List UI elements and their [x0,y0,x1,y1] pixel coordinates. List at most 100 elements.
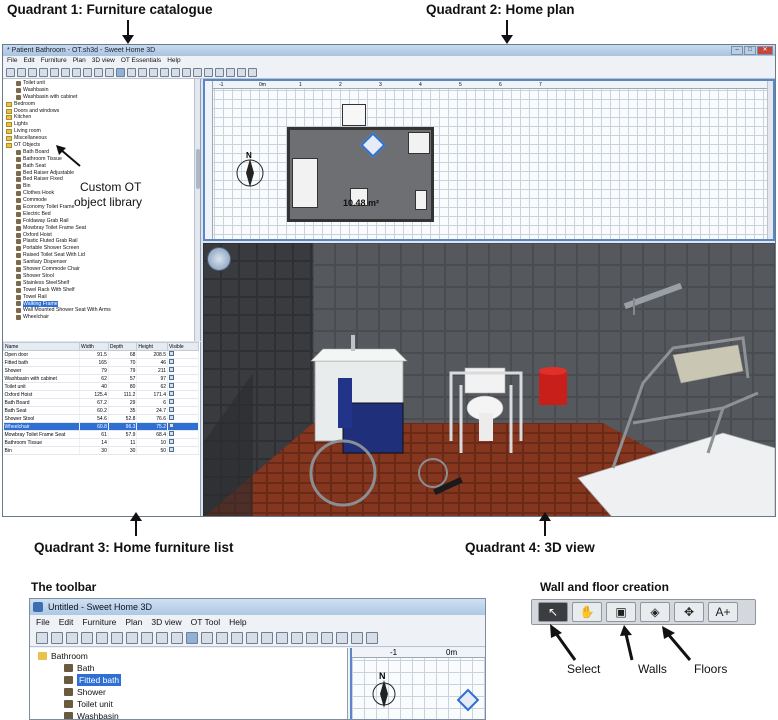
visible-checkbox[interactable] [169,431,175,436]
menu-3d-view[interactable]: 3D view [92,56,115,66]
visible-checkbox[interactable] [169,439,175,444]
redo-icon[interactable] [61,67,70,77]
new-icon[interactable] [6,67,15,77]
catalog-item[interactable]: Bath Board [6,149,200,156]
text-tool-button[interactable]: A+ [708,602,738,622]
zoom-menu-edit[interactable]: Edit [59,615,74,629]
catalog-item[interactable]: Wheelchair [6,314,200,321]
zoom-out-icon[interactable] [321,631,333,644]
wheelchair-furniture[interactable] [360,132,386,158]
zoom-menu-ot-tool[interactable]: OT Tool [191,615,220,629]
select-mode-icon[interactable] [186,631,198,644]
col-visible[interactable]: Visible [167,342,199,351]
zoom-out-icon[interactable] [215,67,224,77]
create-walls-icon[interactable] [216,631,228,644]
copy-icon[interactable] [126,631,138,644]
table-row[interactable]: Mowbray Toilet Frame Seat 61 57.9 68.4 [3,430,199,439]
visible-checkbox[interactable] [169,367,175,372]
add-furniture-icon[interactable] [171,631,183,644]
visible-checkbox[interactable] [169,391,175,396]
pan-mode-icon[interactable] [201,631,213,644]
zoom-menu-help[interactable]: Help [229,615,246,629]
door-furniture[interactable] [342,104,366,126]
col-depth[interactable]: Depth [107,342,138,351]
catalog-folder[interactable]: Kitchen [6,114,200,121]
text-size-icon[interactable] [291,631,303,644]
text-style-icon[interactable] [276,631,288,644]
delete-icon[interactable] [156,631,168,644]
create-dimensions-icon[interactable] [160,67,169,77]
visible-checkbox[interactable] [169,399,175,404]
add-text-icon[interactable] [261,631,273,644]
3d-navigation-icon[interactable] [207,247,231,271]
catalog-item[interactable]: Foldaway Grab Rail [6,218,200,225]
visible-checkbox[interactable] [169,375,175,380]
table-row[interactable]: Toilet unit 40 80 62 [3,382,199,391]
catalog-item[interactable]: Towel Rack With Shelf [6,287,200,294]
walls-tool-button[interactable]: ▣ [606,602,636,622]
zoom-menu-plan[interactable]: Plan [125,615,142,629]
save-icon[interactable] [66,631,78,644]
zoom-plan-object[interactable] [456,688,480,712]
text-style-icon[interactable] [182,67,191,77]
catalog-item[interactable]: Plastic Fluted Grab Rail [6,238,200,245]
catalog-item[interactable]: Wall Mounted Shower Seat With Arms [6,307,200,314]
add-text-icon[interactable] [171,67,180,77]
help-icon[interactable] [366,631,378,644]
plan-scrollbar[interactable] [767,81,773,239]
zoom-tree-folder[interactable]: Bathroom [38,650,347,662]
compass-icon[interactable]: N [233,151,267,191]
catalog-item[interactable]: Raised Toilet Seat With Lid [6,252,200,259]
table-row[interactable]: Shower Stool 54.6 52.8 76.6 [3,414,199,423]
maximize-button[interactable]: □ [744,46,756,55]
col-name[interactable]: Name [3,342,80,351]
catalog-item[interactable]: Portable Shower Screen [6,245,200,252]
col-width[interactable]: Width [79,342,109,351]
zoom-in-icon[interactable] [306,631,318,644]
paste-icon[interactable] [83,67,92,77]
catalog-item[interactable]: Bath Seat [6,163,200,170]
catalog-item[interactable]: Mowbray Toilet Frame Seat [6,225,200,232]
catalog-item[interactable]: Stainless SteelShelf [6,280,200,287]
table-row[interactable]: Oxford Hoist 125.4 111.2 171.4 [3,390,199,399]
redo-icon[interactable] [111,631,123,644]
delete-icon[interactable] [94,67,103,77]
select-mode-icon[interactable] [116,67,125,77]
catalog-item[interactable]: Electric Bed [6,211,200,218]
zoom-menu-file[interactable]: File [36,615,50,629]
table-row[interactable]: Bath Seat 60.2 35 24.7 [3,406,199,415]
menu-ot-essentials[interactable]: OT Essentials [121,56,161,66]
copy-icon[interactable] [72,67,81,77]
visible-checkbox[interactable] [169,447,175,452]
dimension-tool-button[interactable]: ✥ [674,602,704,622]
table-row[interactable]: Bin 30 30 50 [3,446,199,455]
catalog-folder[interactable]: Doors and windows [6,108,200,115]
catalog-folder[interactable]: Lights [6,121,200,128]
catalog-item[interactable]: Washbasin with cabinet [6,94,200,101]
zoom-tree-item[interactable]: Toilet unit [38,698,347,710]
3d-view[interactable] [203,243,775,516]
table-row[interactable]: Shower 79 79 211 [3,366,199,375]
save-icon[interactable] [28,67,37,77]
zoom-plan[interactable]: -1 0m N [350,648,485,719]
pan-mode-icon[interactable] [127,67,136,77]
catalog-folder[interactable]: Living room [6,128,200,135]
table-row[interactable]: Bathroom Tissue 14 11 10 [3,438,199,447]
minimize-button[interactable]: – [731,46,743,55]
catalog-item[interactable]: Walking Frame [6,300,200,308]
table-row[interactable]: Fitted bath 165 70 46 [3,358,199,367]
catalog-item[interactable]: Shower Stool [6,273,200,280]
create-rooms-icon[interactable] [149,67,158,77]
photo-icon[interactable] [226,67,235,77]
menu-file[interactable]: File [7,56,17,66]
undo-icon[interactable] [50,67,59,77]
pan-tool-button[interactable]: ✋ [572,602,602,622]
open-icon[interactable] [51,631,63,644]
catalog-item[interactable]: Sanitary Dispenser [6,259,200,266]
catalog-folder[interactable]: OT Objects [6,142,200,149]
catalog-folder[interactable]: Miscellaneous [6,135,200,142]
catalog-item[interactable]: Washbasin [6,87,200,94]
add-furniture-icon[interactable] [105,67,114,77]
create-walls-icon[interactable] [138,67,147,77]
visible-checkbox[interactable] [169,407,175,412]
